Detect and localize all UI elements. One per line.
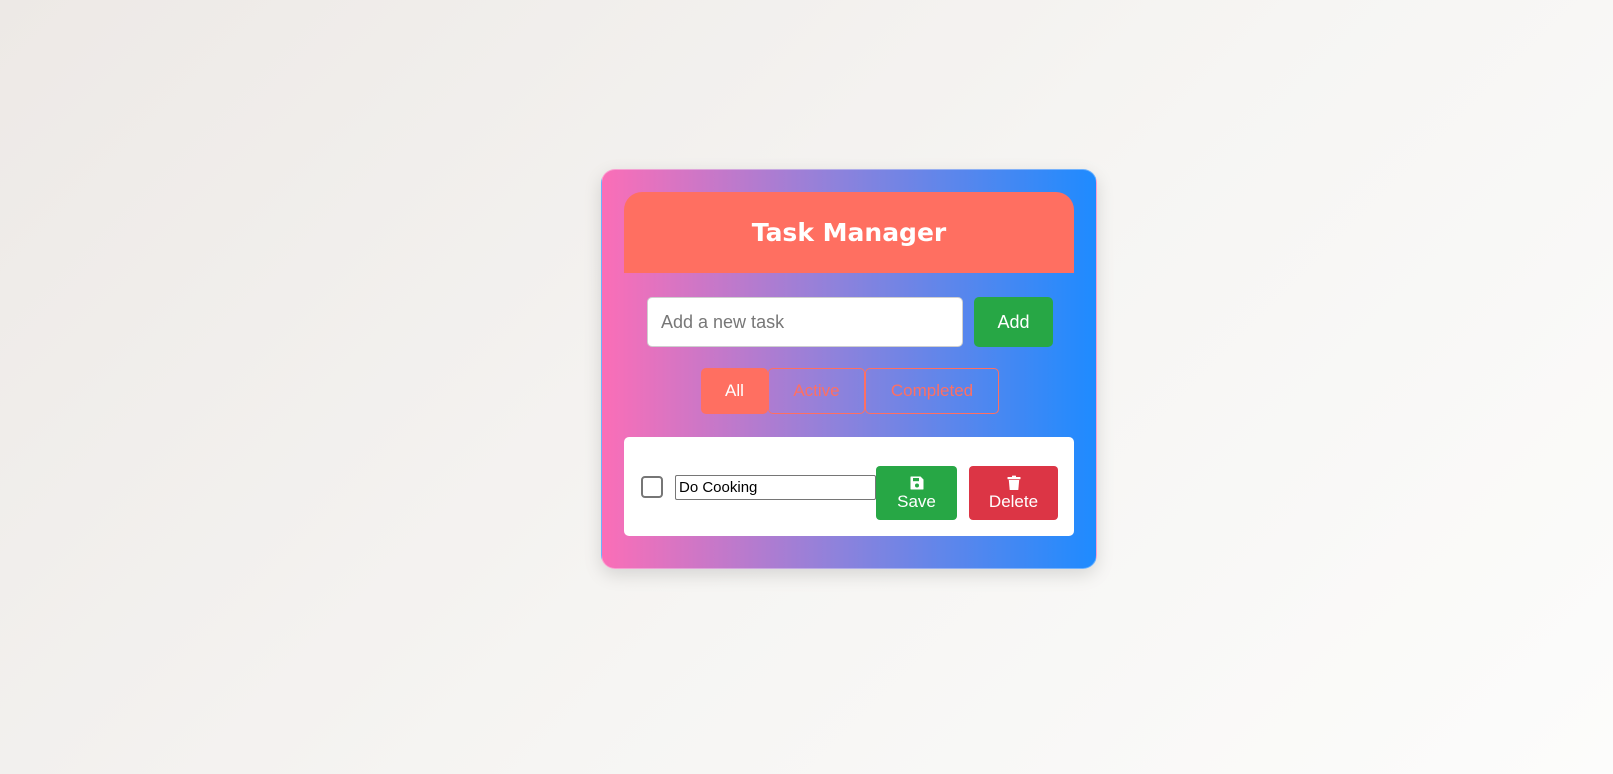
delete-button[interactable]: Delete xyxy=(969,466,1058,520)
trash-icon xyxy=(1007,475,1020,491)
save-button[interactable]: Save xyxy=(876,466,957,520)
filter-completed-button[interactable]: Completed xyxy=(865,368,999,414)
filter-group: All Active Completed xyxy=(701,368,999,414)
task-edit-input[interactable] xyxy=(675,475,876,500)
task-complete-checkbox[interactable] xyxy=(641,476,663,498)
header: Task Manager xyxy=(624,192,1074,273)
filter-all-button[interactable]: All xyxy=(701,368,768,414)
new-task-input[interactable] xyxy=(647,297,963,347)
task-manager-card: Task Manager Add All Active Completed Sa… xyxy=(601,169,1097,569)
page-title: Task Manager xyxy=(751,218,947,247)
task-list: Save Delete xyxy=(624,437,1074,536)
add-task-button[interactable]: Add xyxy=(974,297,1053,347)
save-button-label: Save xyxy=(897,492,936,512)
filter-active-button[interactable]: Active xyxy=(768,368,865,414)
floppy-disk-icon xyxy=(910,476,923,490)
task-item: Save Delete xyxy=(624,437,1074,536)
delete-button-label: Delete xyxy=(988,492,1039,512)
